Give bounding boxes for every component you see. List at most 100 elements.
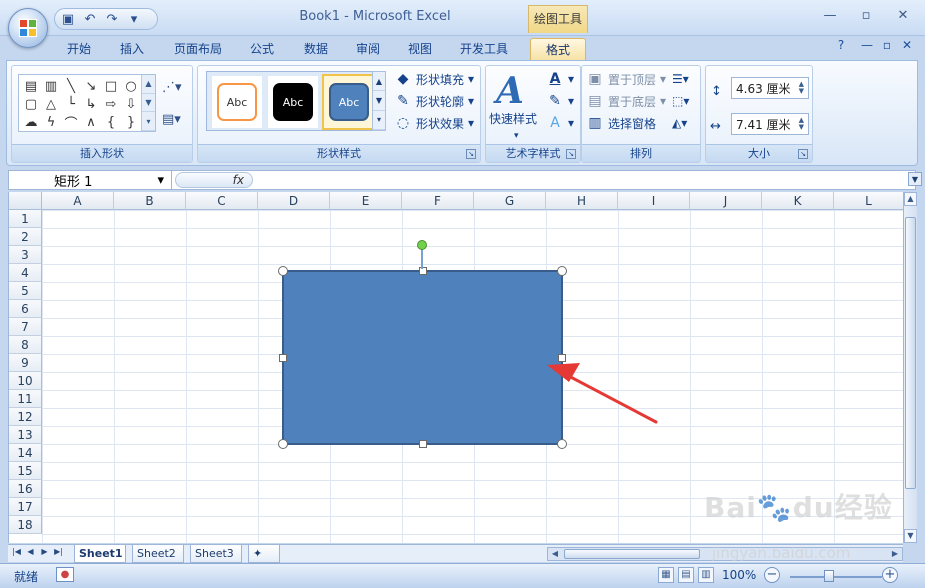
insert-sheet-icon[interactable]: ✦ bbox=[248, 545, 280, 563]
minimize-icon[interactable]: — bbox=[816, 8, 844, 26]
vertical-text-box-icon[interactable]: ▥ bbox=[41, 77, 61, 95]
scroll-up-icon[interactable]: ▲ bbox=[904, 192, 917, 206]
shape-outline-button[interactable]: ✎ 形状轮廓 ▾ bbox=[394, 91, 474, 111]
sheet-tab-sheet1[interactable]: Sheet1 bbox=[74, 545, 126, 563]
quick-style-button[interactable]: 快速样式 bbox=[489, 108, 537, 128]
column-header-l[interactable]: L bbox=[834, 192, 903, 210]
vertical-scroll-thumb[interactable] bbox=[905, 217, 916, 489]
width-spinner-icon[interactable]: ▲ ▼ bbox=[799, 117, 804, 131]
row-header-12[interactable]: 12 bbox=[9, 408, 42, 426]
group-icon[interactable]: ⬚▾ bbox=[672, 91, 689, 111]
close-icon[interactable]: ✕ bbox=[889, 8, 917, 26]
horizontal-scroll-thumb[interactable] bbox=[564, 549, 700, 559]
row-header-8[interactable]: 8 bbox=[9, 336, 42, 354]
chevron-down-icon[interactable]: ▾ bbox=[157, 173, 164, 188]
ribbon-minimize-icon[interactable]: — bbox=[858, 38, 876, 56]
style-gallery-scroll[interactable]: ▲ ▼ ▾ bbox=[372, 71, 386, 131]
text-fill-icon[interactable]: A ▾ bbox=[546, 69, 574, 89]
tab-home[interactable]: 开始 bbox=[56, 38, 102, 60]
oval-icon[interactable]: ○ bbox=[121, 77, 141, 95]
tab-data[interactable]: 数据 bbox=[294, 38, 338, 60]
restore-icon[interactable]: ▫ bbox=[852, 8, 880, 26]
up-icon[interactable]: ▲ bbox=[373, 72, 385, 92]
connector-arrow-icon[interactable]: ↳ bbox=[81, 95, 101, 113]
shape-gallery[interactable]: ▤ ▥ ╲ ↘ □ ○ ▢ △ └ ↳ ⇨ ⇩ ☁ ϟ ⌒ ∧{} ▲ ▼ ▾ bbox=[18, 74, 156, 132]
column-header-h[interactable]: H bbox=[546, 192, 618, 210]
expand-formula-icon[interactable]: ▼ bbox=[908, 172, 922, 186]
rectangle-icon[interactable]: □ bbox=[101, 77, 121, 95]
row-header-7[interactable]: 7 bbox=[9, 318, 42, 336]
row-header-4[interactable]: 4 bbox=[9, 264, 42, 282]
rounded-rectangle-icon[interactable]: ▢ bbox=[21, 95, 41, 113]
selected-rectangle-shape[interactable] bbox=[278, 266, 567, 449]
resize-handle-top-left[interactable] bbox=[278, 266, 288, 276]
line-icon[interactable]: ╲ bbox=[61, 77, 81, 95]
dialog-launcher-icon[interactable]: ↘ bbox=[466, 149, 476, 159]
triangle-icon[interactable]: △ bbox=[41, 95, 61, 113]
brace-left-icon[interactable]: { bbox=[101, 113, 121, 131]
scroll-left-icon[interactable]: ◀ bbox=[548, 548, 562, 560]
resize-handle-bottom-right[interactable] bbox=[557, 439, 567, 449]
height-input[interactable]: 4.63 厘米 ▲ ▼ bbox=[731, 77, 809, 99]
tab-developer[interactable]: 开发工具 bbox=[452, 38, 516, 60]
resize-handle-bottom[interactable] bbox=[419, 440, 427, 448]
send-to-back-button[interactable]: ▤ 置于底层 ▾ bbox=[586, 91, 666, 111]
dialog-launcher-icon[interactable]: ↘ bbox=[798, 149, 808, 159]
zoom-percent[interactable]: 100% bbox=[722, 568, 756, 582]
down-arrow-icon[interactable]: ⇩ bbox=[121, 95, 141, 113]
tab-insert[interactable]: 插入 bbox=[108, 38, 156, 60]
column-header-d[interactable]: D bbox=[258, 192, 330, 210]
curve-icon[interactable]: ⌒ bbox=[61, 113, 81, 132]
align-icon[interactable]: ☰▾ bbox=[672, 69, 689, 89]
text-box-icon[interactable]: ▤ bbox=[21, 77, 41, 95]
resize-handle-left[interactable] bbox=[279, 354, 287, 362]
row-header-13[interactable]: 13 bbox=[9, 426, 42, 444]
row-header-14[interactable]: 14 bbox=[9, 444, 42, 462]
zoom-slider-thumb[interactable] bbox=[824, 570, 834, 582]
shape-style-black-fill[interactable]: Abc bbox=[268, 76, 318, 128]
height-spinner-icon[interactable]: ▲ ▼ bbox=[799, 81, 804, 95]
quick-style-icon[interactable]: A bbox=[496, 70, 542, 112]
redo-icon[interactable]: ↷ bbox=[103, 11, 121, 27]
cloud-icon[interactable]: ☁ bbox=[21, 113, 41, 131]
brace-right-icon[interactable]: } bbox=[121, 113, 141, 131]
shape-fill-button[interactable]: ◆ 形状填充 ▾ bbox=[394, 69, 474, 89]
customize-icon[interactable]: ▾ bbox=[125, 11, 143, 27]
next-sheet-icon[interactable]: ▶ bbox=[39, 547, 50, 559]
text-box-menu-icon[interactable]: ▤▾ bbox=[162, 112, 188, 132]
page-layout-view-icon[interactable]: ▤ bbox=[678, 567, 694, 583]
column-header-c[interactable]: C bbox=[186, 192, 258, 210]
rotate-icon[interactable]: ◭▾ bbox=[672, 113, 687, 133]
quick-style-dropdown-icon[interactable]: ▾ bbox=[514, 126, 519, 146]
function-button[interactable]: fx bbox=[175, 172, 253, 188]
column-header-e[interactable]: E bbox=[330, 192, 402, 210]
shape-style-orange-outline[interactable]: Abc bbox=[212, 76, 262, 128]
tab-review[interactable]: 审阅 bbox=[346, 38, 390, 60]
ribbon-close-icon[interactable]: ✕ bbox=[898, 38, 916, 56]
save-icon[interactable]: ▣ bbox=[59, 11, 77, 27]
help-icon[interactable]: ? bbox=[832, 38, 850, 56]
zoom-slider-track[interactable] bbox=[790, 576, 882, 578]
text-effects-icon[interactable]: A ▾ bbox=[546, 113, 574, 133]
column-header-i[interactable]: I bbox=[618, 192, 690, 210]
width-input[interactable]: 7.41 厘米 ▲ ▼ bbox=[731, 113, 809, 135]
tab-page-layout[interactable]: 页面布局 bbox=[166, 38, 230, 60]
tab-format[interactable]: 格式 bbox=[530, 38, 586, 60]
row-header-18[interactable]: 18 bbox=[9, 516, 42, 534]
rotation-handle[interactable] bbox=[417, 240, 427, 250]
column-header-a[interactable]: A bbox=[42, 192, 114, 210]
undo-icon[interactable]: ↶ bbox=[81, 11, 99, 27]
normal-view-icon[interactable]: ▦ bbox=[658, 567, 674, 583]
shape-gallery-scroll[interactable]: ▲ ▼ ▾ bbox=[141, 75, 155, 132]
shape-style-blue-fill[interactable]: Abc bbox=[322, 74, 376, 130]
freeform-icon[interactable]: ∧ bbox=[81, 113, 101, 131]
row-header-16[interactable]: 16 bbox=[9, 480, 42, 498]
up-icon[interactable]: ▲ bbox=[142, 75, 155, 94]
sheet-tab-sheet2[interactable]: Sheet2 bbox=[132, 545, 184, 563]
page-break-view-icon[interactable]: ▥ bbox=[698, 567, 714, 583]
edit-shape-icon[interactable]: ⋰▾ bbox=[162, 80, 188, 100]
row-header-3[interactable]: 3 bbox=[9, 246, 42, 264]
selection-pane-button[interactable]: ▥ 选择窗格 bbox=[586, 113, 656, 133]
column-header-j[interactable]: J bbox=[690, 192, 762, 210]
last-sheet-icon[interactable]: ▶| bbox=[53, 547, 64, 559]
